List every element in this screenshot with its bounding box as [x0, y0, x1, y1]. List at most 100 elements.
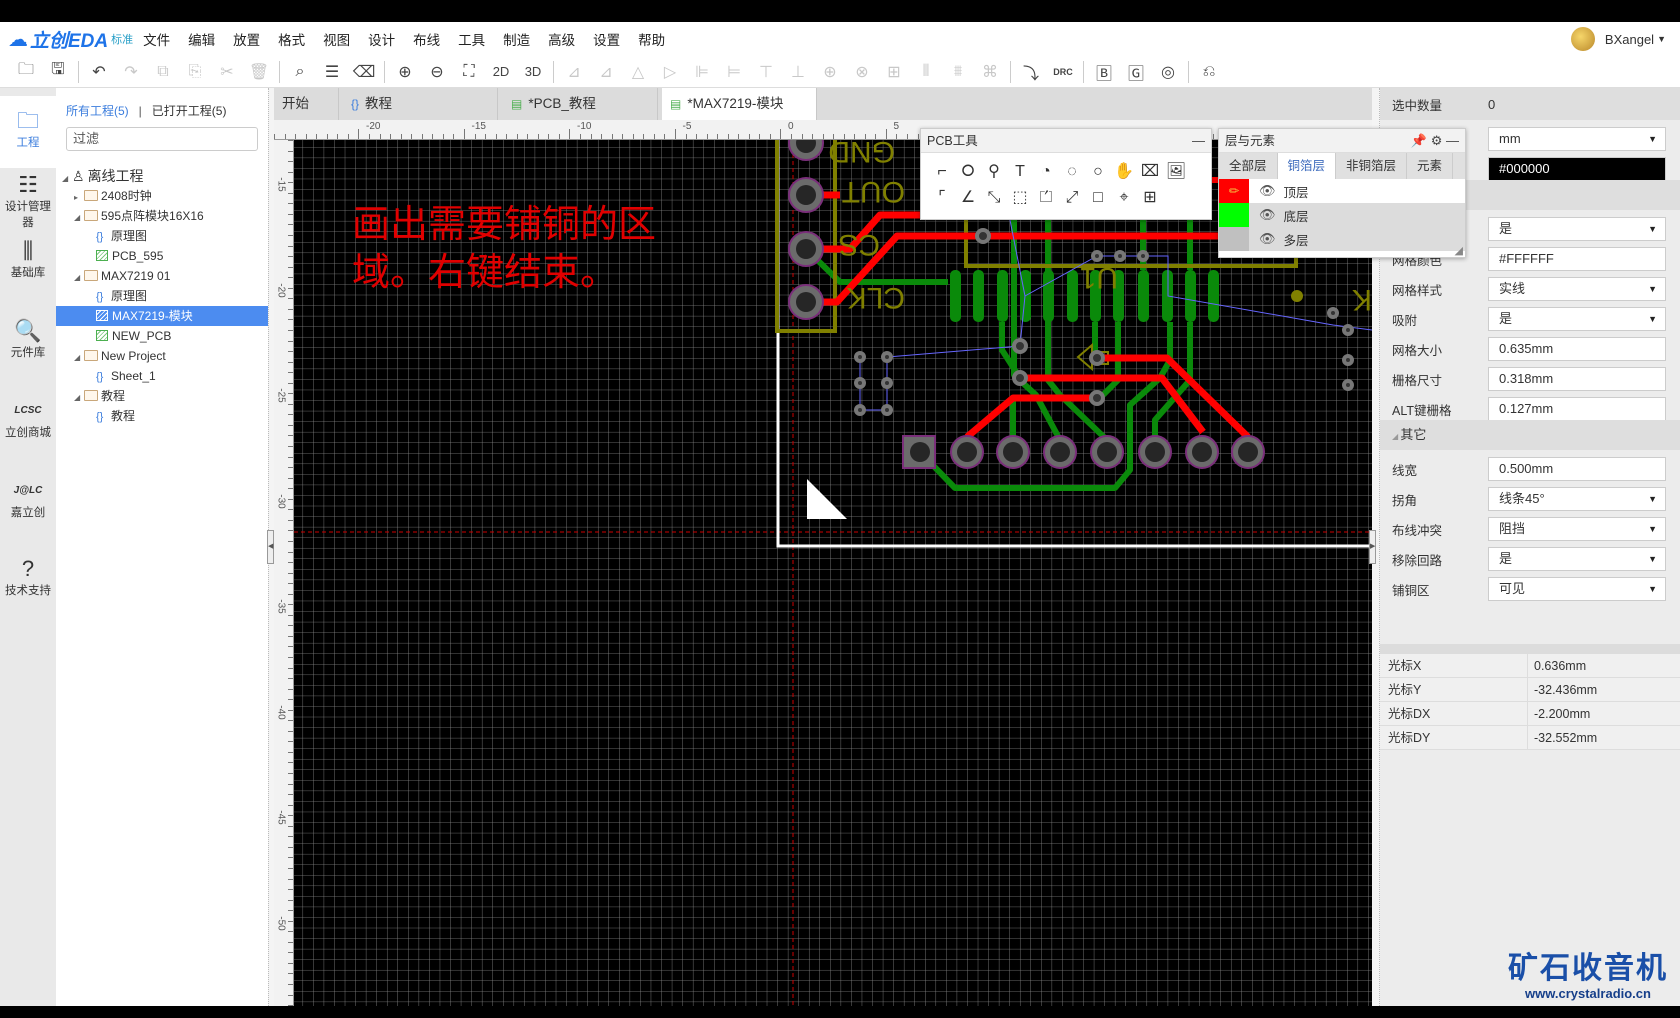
menu-item[interactable]: 格式	[278, 29, 305, 49]
open-icon[interactable]: 🗀	[10, 58, 42, 85]
search-icon[interactable]: ⌕	[284, 63, 316, 81]
property-input[interactable]: 0.500mm	[1488, 457, 1666, 481]
layer-tab[interactable]: 铜箔层	[1277, 153, 1337, 179]
collapse-left-handle[interactable]: ◀	[267, 530, 274, 564]
property-select[interactable]: 阻挡	[1488, 517, 1666, 541]
tree-item[interactable]: {} 原理图	[56, 286, 268, 306]
view-2d-icon[interactable]: 2D	[485, 64, 517, 79]
layer-tab[interactable]: 全部层	[1219, 153, 1278, 179]
collapse-right-handle[interactable]: ▶	[1369, 530, 1376, 564]
dimension-icon[interactable]: ⌜	[929, 185, 955, 211]
zoom-in-icon[interactable]: ⊕	[389, 62, 421, 82]
nav-lcsc[interactable]: LCSC 立创商城	[0, 398, 56, 440]
property-select[interactable]: 线条45°	[1488, 487, 1666, 511]
layer-row[interactable]: 👁 多层	[1219, 227, 1465, 251]
nav-component-library[interactable]: 🔍 元件库	[0, 318, 56, 360]
align-b2-icon[interactable]: ⊥	[782, 62, 814, 82]
menu-item[interactable]: 放置	[233, 29, 260, 49]
pcb-drawing[interactable]: GND OUT CS CLK U1 K 画出需要铺铜的区 域。右键结束。	[294, 140, 1372, 1006]
pencil-icon[interactable]: ✏	[1219, 179, 1249, 203]
tab-1[interactable]: {} 教程	[343, 88, 498, 120]
property-select[interactable]: 是	[1488, 307, 1666, 331]
property-input[interactable]: 0.318mm	[1488, 367, 1666, 391]
tab-0[interactable]: 开始	[274, 88, 339, 120]
tree-item[interactable]: ◢ MAX7219 01	[56, 266, 268, 286]
image-icon[interactable]: 🖼	[1163, 159, 1189, 185]
layer-color-swatch[interactable]	[1219, 203, 1249, 227]
menu-item[interactable]: 设置	[593, 29, 620, 49]
hole-icon[interactable]: ⌧	[1137, 159, 1163, 185]
text-icon[interactable]: T	[1007, 159, 1033, 185]
layer-row[interactable]: ✏ 👁 顶层	[1219, 179, 1465, 203]
app-logo[interactable]: ☁ 立创EDA 标准	[8, 26, 133, 53]
tree-item[interactable]: NEW_PCB	[56, 326, 268, 346]
gerber-icon[interactable]: 🄶	[1120, 60, 1152, 84]
arc-icon[interactable]: ◌	[1059, 159, 1085, 185]
copy-icon[interactable]: ⧉	[147, 63, 179, 81]
nav-jlc[interactable]: J@LC 嘉立创	[0, 478, 56, 520]
menu-item[interactable]: 工具	[458, 29, 485, 49]
delete-icon[interactable]: 🗑	[243, 62, 275, 82]
pick-place-icon[interactable]: ◎	[1152, 62, 1184, 82]
layer-color-swatch[interactable]	[1219, 227, 1249, 251]
rect-icon[interactable]: □	[1085, 185, 1111, 211]
expand-arrow-icon[interactable]: ▸	[74, 188, 84, 208]
resize-grip-icon[interactable]: ◢	[1455, 244, 1463, 257]
tree-item[interactable]: ◢ ♙ 离线工程	[56, 166, 268, 186]
align-bottom-icon[interactable]: ▷	[654, 62, 686, 82]
menu-item[interactable]: 视图	[323, 29, 350, 49]
export-bom-icon[interactable]: 🄱	[1088, 60, 1120, 84]
paste-icon[interactable]: ⎘	[179, 63, 211, 81]
eye-icon[interactable]: 👁	[1259, 207, 1276, 223]
minimize-button[interactable]: —	[1192, 129, 1205, 153]
property-select[interactable]: 是	[1488, 217, 1666, 241]
tree-item[interactable]: ◢ New Project	[56, 346, 268, 366]
tree-item[interactable]: {} 教程	[56, 406, 268, 426]
eye-icon[interactable]: 👁	[1259, 183, 1276, 199]
menu-item[interactable]: 制造	[503, 29, 530, 49]
property-input[interactable]: #FFFFFF	[1488, 247, 1666, 271]
fit-icon[interactable]: ⛶	[453, 63, 485, 81]
align-top-icon[interactable]: △	[622, 62, 654, 82]
table-icon[interactable]: ⊞	[1137, 185, 1163, 211]
eraser-icon[interactable]: ⌫	[348, 62, 380, 82]
property-input[interactable]: #000000	[1488, 157, 1666, 181]
align-left-icon[interactable]: ⊿	[558, 62, 590, 82]
property-input[interactable]: 0.127mm	[1488, 397, 1666, 421]
distribute-v-icon[interactable]: ⩩	[942, 63, 974, 81]
nav-project[interactable]: 🗀 工程	[0, 96, 56, 168]
tree-item[interactable]: PCB_595	[56, 246, 268, 266]
tree-item[interactable]: {} Sheet_1	[56, 366, 268, 386]
avatar[interactable]	[1570, 27, 1595, 51]
tree-item[interactable]: ◢ 595点阵模块16X16	[56, 206, 268, 226]
circle-icon[interactable]: ○	[1085, 159, 1111, 185]
nav-basic-library[interactable]: ⫼ 基础库	[0, 238, 56, 280]
via-icon[interactable]: ⚲	[981, 159, 1007, 185]
section-header[interactable]: ◢ 其它	[1380, 420, 1680, 450]
pad-icon[interactable]: ⭘	[955, 159, 981, 185]
protractor-icon[interactable]: ∠	[955, 185, 981, 211]
save-icon[interactable]: 🖫	[42, 58, 74, 85]
expand-arrow-icon[interactable]: ◢	[74, 348, 84, 368]
import-changes-icon[interactable]: ⤵	[1015, 60, 1047, 84]
tab-2[interactable]: ▤ *PCB_教程	[503, 88, 658, 120]
layer-tab[interactable]: 非铜箔层	[1336, 153, 1408, 179]
layers-header[interactable]: 层与元素 📌 ⚙ —	[1219, 129, 1465, 153]
tree-item[interactable]: ▸ 2408时钟	[56, 186, 268, 206]
grid-icon[interactable]: ⊞	[878, 62, 910, 82]
menu-item[interactable]: 布线	[413, 29, 440, 49]
measure-icon[interactable]: ⤢	[1059, 185, 1085, 211]
expand-arrow-icon[interactable]: ◢	[74, 208, 84, 228]
expand-arrow-icon[interactable]: ◢	[74, 268, 84, 288]
undo-icon[interactable]: ↶	[83, 62, 115, 82]
nav-help[interactable]: ? 技术支持	[0, 556, 56, 598]
pin-icon[interactable]: 📌	[1411, 133, 1427, 148]
property-select[interactable]: mm	[1488, 127, 1666, 151]
menu-item[interactable]: 设计	[368, 29, 395, 49]
center-v-icon[interactable]: ⊗	[846, 62, 878, 82]
gear-icon[interactable]: ⚙	[1431, 133, 1443, 148]
nav-design-manager[interactable]: ☷ 设计管理器	[0, 172, 56, 230]
solid-region-icon[interactable]: ⏍	[1033, 185, 1059, 211]
align-v-icon[interactable]: ⊨	[718, 62, 750, 82]
pcb-canvas[interactable]: GND OUT CS CLK U1 K 画出需要铺铜的区 域。右键结束。	[294, 140, 1372, 1006]
